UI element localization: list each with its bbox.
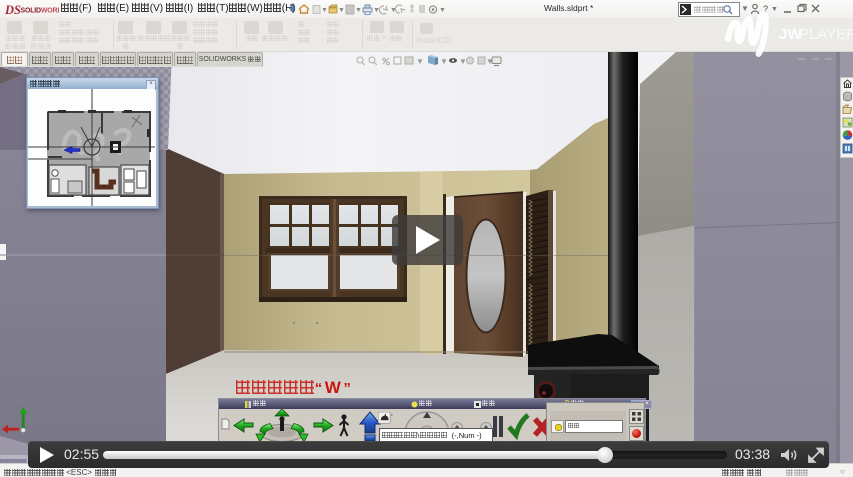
svg-text:SOLIDWORKS: SOLIDWORKS: [21, 8, 60, 15]
svg-text:▼: ▼: [321, 7, 328, 14]
svg-text:▼: ▼: [440, 57, 448, 66]
svg-text:PLAYER: PLAYER: [799, 26, 853, 43]
svg-text:▼: ▼: [439, 7, 446, 14]
svg-text:▼: ▼: [338, 7, 345, 14]
svg-text:▼: ▼: [355, 7, 362, 14]
svg-text:DS: DS: [5, 3, 21, 17]
svg-text:▼: ▼: [416, 57, 424, 66]
svg-text:▼: ▼: [459, 57, 467, 66]
svg-text:°: °: [391, 414, 393, 420]
